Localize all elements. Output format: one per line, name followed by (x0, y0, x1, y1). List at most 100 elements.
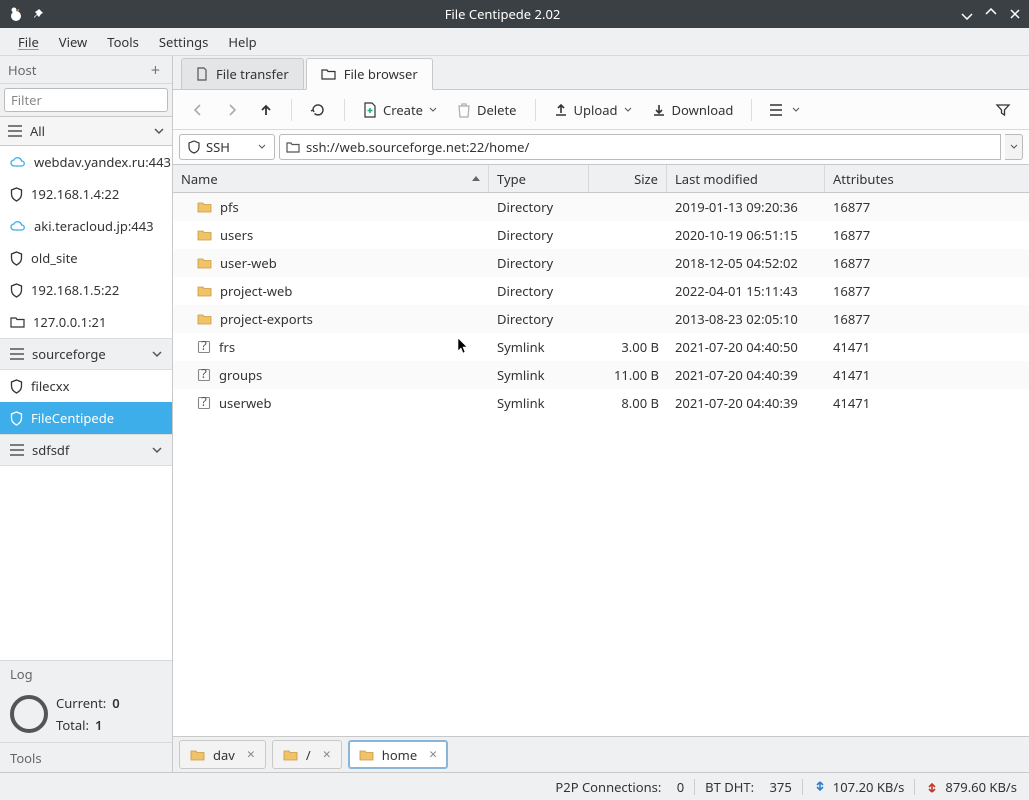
host-item[interactable]: webdav.yandex.ru:443 (0, 146, 172, 178)
shield-icon (10, 187, 23, 202)
host-item[interactable]: filecxx (0, 370, 172, 402)
host-item[interactable]: old_site (0, 242, 172, 274)
log-label[interactable]: Log (0, 660, 172, 686)
table-row[interactable]: pfsDirectory2019-01-13 09:20:3616877 (173, 193, 1029, 221)
shield-icon (188, 140, 200, 154)
maximize-button[interactable] (985, 8, 997, 20)
tab-file-browser[interactable]: File browser (306, 58, 433, 90)
table-row[interactable]: project-exportsDirectory2013-08-23 02:05… (173, 305, 1029, 333)
folder-icon (197, 229, 212, 241)
table-row[interactable]: ?userwebSymlink8.00 B2021-07-20 04:40:39… (173, 389, 1029, 417)
folder-icon (197, 257, 212, 269)
refresh-button[interactable] (302, 98, 334, 122)
cloud-icon (10, 156, 26, 168)
path-input[interactable]: ssh://web.sourceforge.net:22/home/ (279, 134, 1001, 160)
svg-text:?: ? (201, 340, 207, 354)
tabs-bottom: dav×/×home× (173, 736, 1029, 772)
folder-icon (10, 316, 25, 328)
svg-text:?: ? (201, 368, 207, 382)
host-item[interactable]: 192.168.1.5:22 (0, 274, 172, 306)
table-row[interactable]: ?groupsSymlink11.00 B2021-07-20 04:40:39… (173, 361, 1029, 389)
close-tab-icon[interactable]: × (323, 745, 331, 764)
tab-file-transfer[interactable]: File transfer (181, 58, 304, 89)
burger-icon (8, 125, 22, 137)
view-mode-button[interactable] (762, 100, 808, 120)
status-bt-dht: BT DHT: 375 (705, 778, 792, 796)
sidebar: Host + All webdav.yandex.ru:443192.168.1… (0, 56, 173, 772)
host-label: Host (8, 61, 147, 79)
shield-icon (10, 283, 23, 298)
status-p2p: P2P Connections: 0 (555, 778, 684, 796)
toolbar: Create Delete Upload Download (173, 90, 1029, 130)
chevron-down-icon (154, 127, 164, 135)
create-button[interactable]: Create (355, 97, 445, 123)
upload-icon (925, 780, 939, 794)
bottom-tab[interactable]: home× (348, 740, 448, 769)
upload-button[interactable]: Upload (546, 97, 640, 123)
chevron-down-icon (258, 144, 266, 150)
bottom-tab[interactable]: dav× (179, 740, 266, 769)
cloud-icon (10, 220, 26, 232)
menu-file[interactable]: File (8, 29, 49, 55)
filter-button[interactable] (987, 98, 1019, 122)
svg-text:?: ? (201, 396, 207, 410)
bottom-tab[interactable]: /× (272, 740, 342, 769)
menubar: File View Tools Settings Help (0, 28, 1029, 56)
delete-button[interactable]: Delete (449, 97, 525, 123)
symlink-icon: ? (197, 368, 211, 382)
table-row[interactable]: usersDirectory2020-10-19 06:51:1516877 (173, 221, 1029, 249)
table-row[interactable]: ?frsSymlink3.00 B2021-07-20 04:40:504147… (173, 333, 1029, 361)
menu-tools[interactable]: Tools (97, 29, 149, 55)
table-row[interactable]: project-webDirectory2022-04-01 15:11:431… (173, 277, 1029, 305)
host-group-all[interactable]: All (0, 116, 172, 146)
burger-icon (10, 348, 24, 360)
col-size[interactable]: Size (589, 165, 667, 192)
statusbar: P2P Connections: 0 BT DHT: 375 107.20 KB… (0, 772, 1029, 800)
status-download-speed: 107.20 KB/s (813, 778, 905, 796)
doc-icon (196, 67, 208, 81)
close-tab-icon[interactable]: × (429, 745, 437, 764)
close-button[interactable] (1009, 8, 1021, 20)
stats-panel: Current:0 Total:1 (0, 686, 172, 742)
tools-label[interactable]: Tools (0, 742, 172, 772)
nav-back-button[interactable] (183, 99, 213, 121)
symlink-icon: ? (197, 396, 211, 410)
window-title: File Centipede 2.02 (44, 5, 961, 23)
menu-view[interactable]: View (49, 29, 97, 55)
titlebar: File Centipede 2.02 (0, 0, 1029, 28)
pin-icon[interactable] (32, 8, 44, 20)
progress-ring-icon (10, 695, 48, 733)
download-icon (813, 780, 827, 794)
table-header: Name Type Size Last modified Attributes (173, 165, 1029, 193)
minimize-button[interactable] (961, 8, 973, 20)
chevron-down-icon (152, 350, 162, 358)
table-row[interactable]: user-webDirectory2018-12-05 04:52:021687… (173, 249, 1029, 277)
path-history-button[interactable] (1005, 134, 1023, 160)
col-modified[interactable]: Last modified (667, 165, 825, 192)
col-type[interactable]: Type (489, 165, 589, 192)
shield-icon (10, 379, 23, 394)
host-item[interactable]: 192.168.1.4:22 (0, 178, 172, 210)
close-tab-icon[interactable]: × (247, 745, 255, 764)
host-item[interactable]: aki.teracloud.jp:443 (0, 210, 172, 242)
col-name[interactable]: Name (173, 165, 489, 192)
menu-settings[interactable]: Settings (149, 29, 218, 55)
folder-icon (197, 285, 212, 297)
filter-input[interactable] (4, 88, 168, 112)
menu-help[interactable]: Help (218, 29, 266, 55)
folder-icon (197, 201, 212, 213)
all-label: All (30, 122, 45, 140)
nav-forward-button[interactable] (217, 99, 247, 121)
host-item[interactable]: sdfsdf (0, 434, 172, 466)
shield-icon (10, 251, 23, 266)
host-item[interactable]: sourceforge (0, 338, 172, 370)
protocol-select[interactable]: SSH (179, 134, 275, 160)
shield-icon (10, 411, 23, 426)
add-host-button[interactable]: + (147, 59, 164, 81)
host-item[interactable]: FileCentipede (0, 402, 172, 434)
nav-up-button[interactable] (251, 99, 281, 121)
download-button[interactable]: Download (644, 97, 742, 123)
folder-icon (197, 313, 212, 325)
host-item[interactable]: 127.0.0.1:21 (0, 306, 172, 338)
col-attributes[interactable]: Attributes (825, 165, 1029, 192)
